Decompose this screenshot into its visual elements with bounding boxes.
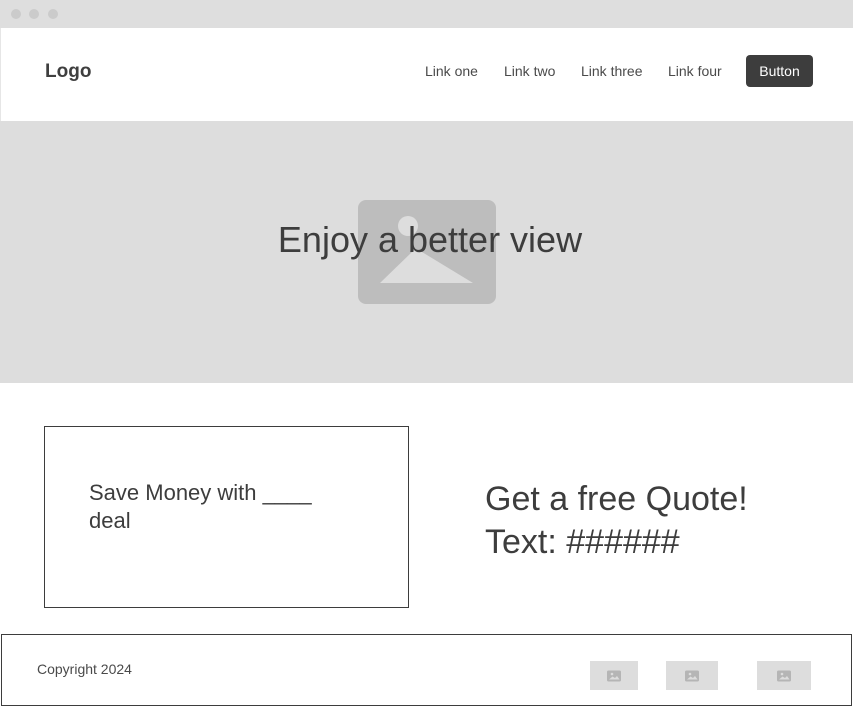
site-footer: Copyright 2024 bbox=[1, 634, 852, 706]
window-maximize-dot[interactable] bbox=[48, 9, 58, 19]
nav-link-three[interactable]: Link three bbox=[581, 63, 642, 79]
image-glyph bbox=[777, 670, 791, 681]
nav-link-four[interactable]: Link four bbox=[668, 63, 722, 79]
nav-link-two[interactable]: Link two bbox=[504, 63, 555, 79]
window-minimize-dot[interactable] bbox=[29, 9, 39, 19]
copyright-text: Copyright 2024 bbox=[37, 661, 132, 677]
deal-card: Save Money with ____ deal bbox=[44, 426, 409, 608]
image-placeholder-icon bbox=[757, 661, 811, 690]
window-close-dot[interactable] bbox=[11, 9, 21, 19]
image-glyph bbox=[685, 670, 699, 681]
quote-heading: Get a free Quote! bbox=[485, 480, 748, 518]
quote-text-number: Text: ###### bbox=[485, 523, 680, 561]
deal-text: Save Money with ____ deal bbox=[89, 480, 312, 533]
window-titlebar bbox=[0, 0, 853, 28]
logo[interactable]: Logo bbox=[45, 61, 91, 83]
quote-block: Get a free Quote! Text: ###### bbox=[485, 478, 748, 564]
image-placeholder-icon bbox=[590, 661, 638, 690]
site-header: Logo Link one Link two Link three Link f… bbox=[0, 28, 853, 121]
nav-link-one[interactable]: Link one bbox=[425, 63, 478, 79]
header-button[interactable]: Button bbox=[746, 55, 813, 87]
browser-window: Logo Link one Link two Link three Link f… bbox=[0, 0, 853, 707]
hero-title: Enjoy a better view bbox=[277, 219, 583, 260]
hero-section: Enjoy a better view bbox=[0, 121, 853, 383]
image-placeholder-icon bbox=[666, 661, 718, 690]
image-glyph bbox=[607, 670, 621, 681]
